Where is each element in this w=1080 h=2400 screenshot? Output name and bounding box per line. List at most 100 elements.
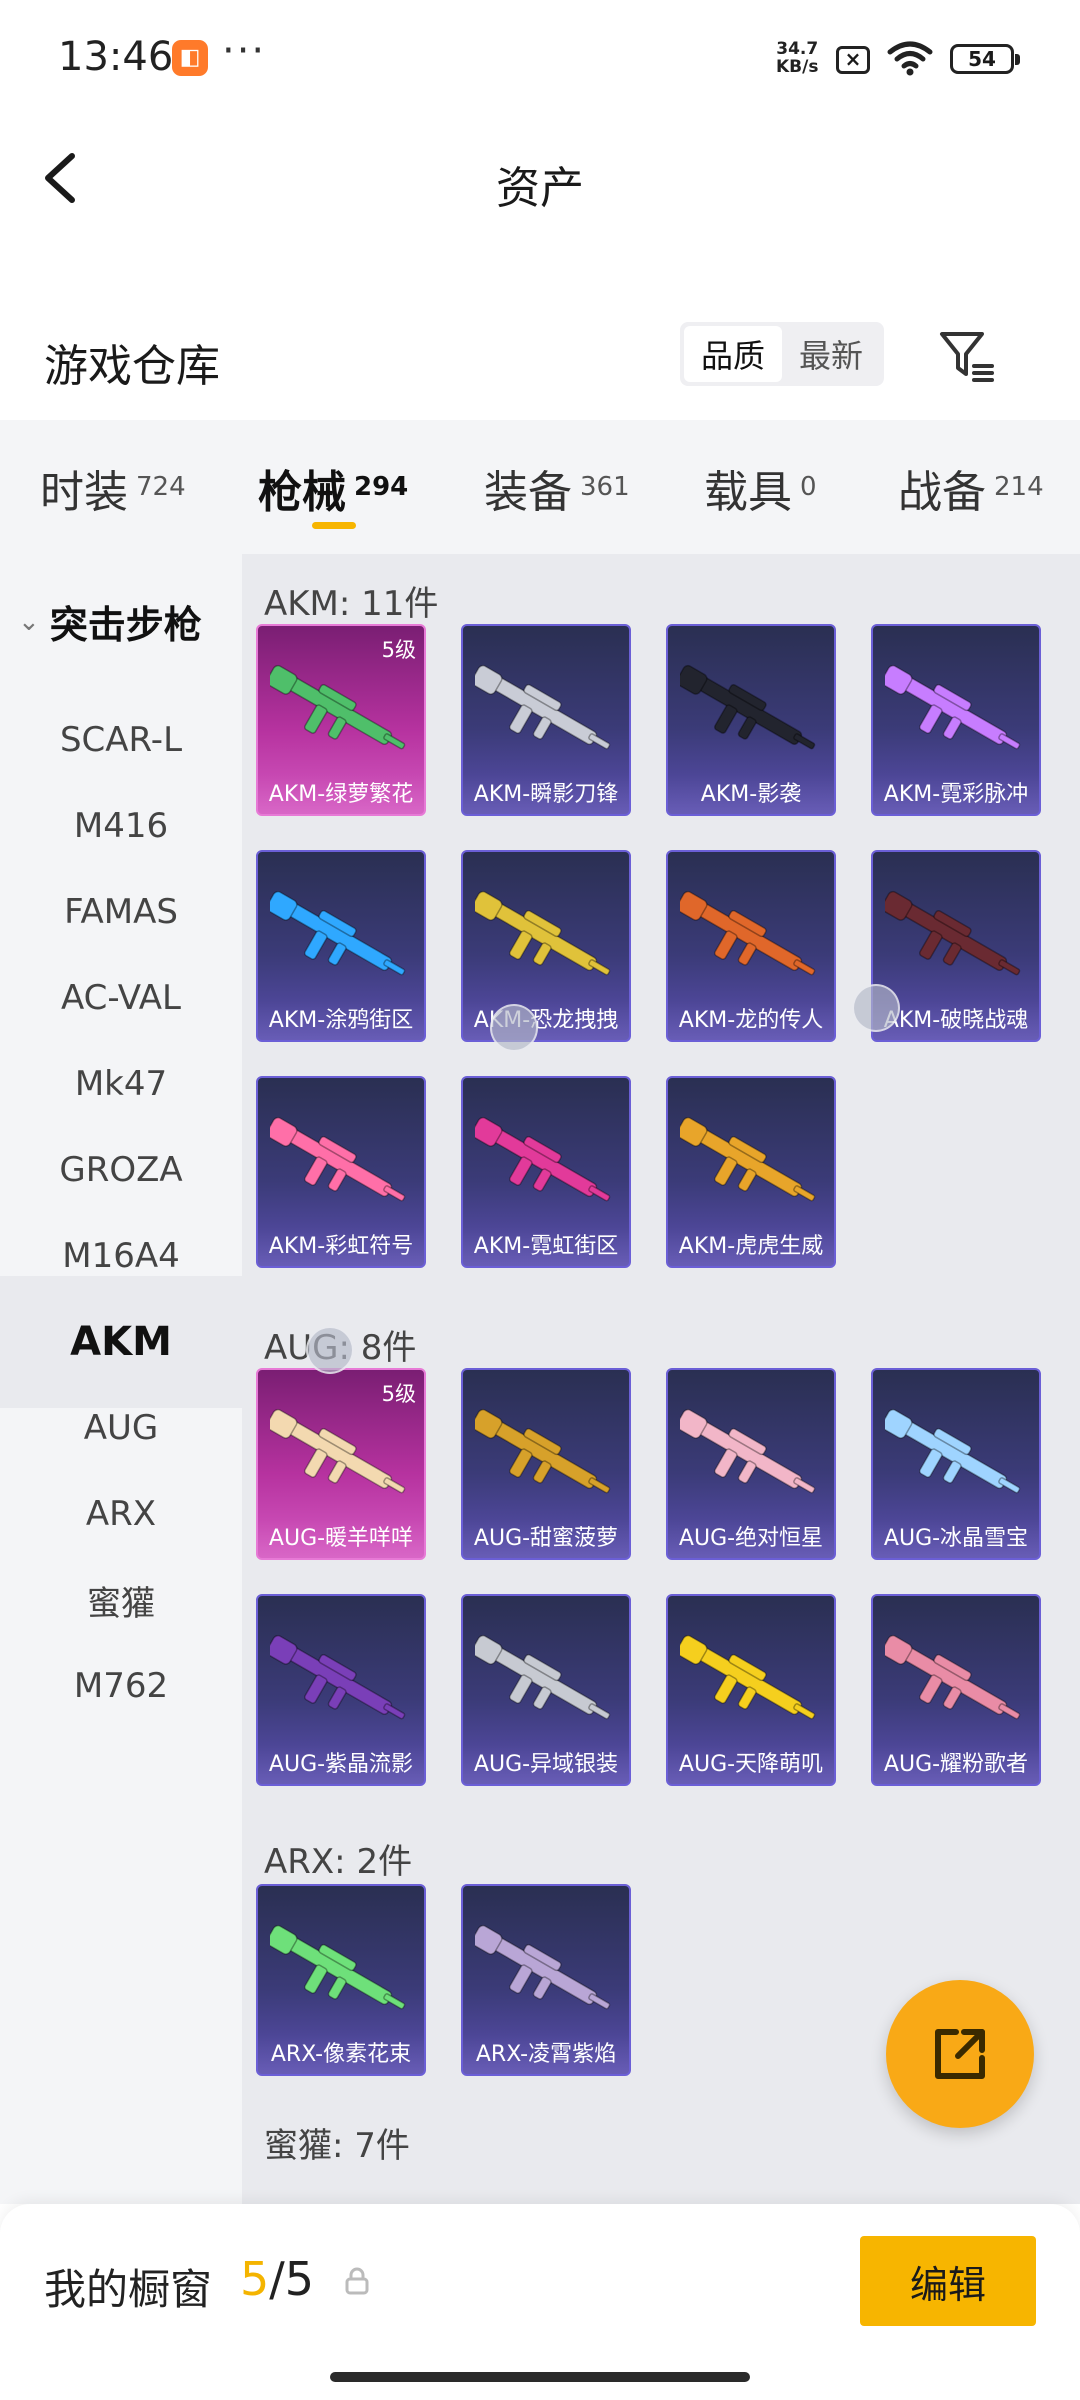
item-name: AKM-彩虹符号 [268, 1234, 414, 1259]
edit-button[interactable]: 编辑 [860, 2236, 1036, 2326]
item-card[interactable]: AKM-龙的传人 [666, 850, 836, 1042]
rifle-icon [885, 1634, 1021, 1720]
top-bar: 资产 [0, 118, 1080, 238]
more-notifications-icon: ··· [222, 28, 267, 74]
item-card[interactable]: AUG-耀粉歌者 [871, 1594, 1041, 1786]
rifle-icon [270, 890, 406, 976]
rifle-icon [475, 1408, 611, 1494]
rifle-icon [475, 890, 611, 976]
rifle-icon [680, 890, 816, 976]
item-level-badge: 5级 [381, 1382, 416, 1406]
rifle-icon [680, 1634, 816, 1720]
rifle-icon [680, 664, 816, 750]
tab-firearms[interactable]: 枪械 294 [258, 456, 408, 520]
tab-equipment[interactable]: 装备 361 [484, 456, 630, 520]
rifle-icon [270, 1634, 406, 1720]
item-card[interactable]: AUG-绝对恒星 [666, 1368, 836, 1560]
rifle-icon [270, 1408, 406, 1494]
rifle-icon [475, 664, 611, 750]
rifle-icon [270, 1116, 406, 1202]
item-card[interactable]: AKM-虎虎生威 [666, 1076, 836, 1268]
item-card[interactable]: AKM-涂鸦街区 [256, 850, 426, 1042]
tab-vehicles[interactable]: 载具 0 [704, 456, 817, 520]
page-title: 资产 [496, 163, 584, 214]
item-card[interactable]: 5级 AUG-暖羊咩咩 [256, 1368, 426, 1560]
item-card[interactable]: AKM-霓彩脉冲 [871, 624, 1041, 816]
item-card[interactable]: AKM-影袭 [666, 624, 836, 816]
rifle-icon [885, 890, 1021, 976]
battery-indicator: 54 [950, 44, 1020, 74]
item-name: AKM-影袭 [700, 782, 802, 807]
item-card[interactable]: AUG-天降萌叽 [666, 1594, 836, 1786]
section-heading-akm: AKM: 11件 [264, 584, 439, 624]
item-card[interactable]: AUG-紫晶流影 [256, 1594, 426, 1786]
weapon-type-sidebar: ⌄ 突击步枪 SCAR-L M416 FAMAS AC-VAL Mk47 GRO… [0, 554, 242, 2204]
item-card[interactable]: AUG-甜蜜菠萝 [461, 1368, 631, 1560]
item-name: ARX-像素花束 [270, 2042, 412, 2067]
chevron-down-icon: ⌄ [18, 606, 40, 637]
sort-toggle: 品质 最新 [680, 322, 884, 386]
item-name: AKM-龙的传人 [678, 1008, 824, 1033]
item-card[interactable]: AKM-恐龙拽拽 [461, 850, 631, 1042]
category-tabs: 时装 724 枪械 294 装备 361 载具 0 战备 214 [0, 420, 1080, 554]
rifle-icon [475, 1116, 611, 1202]
sort-quality-button[interactable]: 品质 [684, 326, 782, 382]
item-name: ARX-凌霄紫焰 [475, 2042, 617, 2067]
sort-newest-button[interactable]: 最新 [782, 326, 880, 382]
item-name: AKM-霓虹街区 [473, 1234, 619, 1259]
sidebar-group-assault-rifles[interactable]: ⌄ 突击步枪 [18, 594, 202, 649]
sidebar-item-m762[interactable]: M762 [0, 1620, 242, 1752]
item-card[interactable]: AKM-彩虹符号 [256, 1076, 426, 1268]
item-name: AUG-异域银装 [473, 1752, 619, 1777]
item-name: AKM-瞬影刀锋 [473, 782, 619, 807]
item-level-badge: 5级 [381, 638, 416, 662]
item-name: AUG-耀粉歌者 [883, 1752, 1029, 1777]
item-name: AUG-绝对恒星 [678, 1526, 824, 1551]
item-name: AUG-紫晶流影 [268, 1752, 414, 1777]
status-bar: 13:46 ◧ ··· 34.7 KB/s × 54 [0, 0, 1080, 118]
status-time: 13:46 [58, 34, 174, 80]
warehouse-header: 游戏仓库 品质 最新 [0, 300, 1080, 412]
item-name: AUG-甜蜜菠萝 [473, 1526, 619, 1551]
wifi-icon [887, 41, 933, 76]
rifle-icon [475, 1634, 611, 1720]
item-card[interactable]: ARX-像素花束 [256, 1884, 426, 2076]
rifle-icon [885, 1408, 1021, 1494]
share-icon [935, 2029, 985, 2079]
touch-indicator [852, 984, 900, 1032]
item-name: AUG-冰晶雪宝 [883, 1526, 1029, 1551]
item-name: AKM-虎虎生威 [678, 1234, 824, 1259]
tab-fashion[interactable]: 时装 724 [40, 456, 186, 520]
share-button[interactable] [886, 1980, 1034, 2128]
section-heading-honey-badger: 蜜獾: 7件 [264, 2126, 410, 2166]
item-card[interactable]: AUG-异域银装 [461, 1594, 631, 1786]
tab-supplies[interactable]: 战备 214 [898, 456, 1044, 520]
rifle-icon [270, 1924, 406, 2010]
rifle-icon [475, 1924, 611, 2010]
filter-icon[interactable] [936, 326, 996, 386]
item-card[interactable]: AKM-霓虹街区 [461, 1076, 631, 1268]
item-card[interactable]: AUG-冰晶雪宝 [871, 1368, 1041, 1560]
section-heading-arx: ARX: 2件 [264, 1842, 413, 1882]
item-name: AUG-天降萌叽 [678, 1752, 824, 1777]
network-speed: 34.7 KB/s [776, 39, 819, 77]
lock-icon [345, 2267, 369, 2295]
item-name: AKM-恐龙拽拽 [473, 1008, 619, 1033]
item-card[interactable]: 5级 AKM-绿萝繁花 [256, 624, 426, 816]
item-name: AUG-暖羊咩咩 [268, 1526, 414, 1551]
rifle-icon [885, 664, 1021, 750]
item-name: AKM-霓彩脉冲 [883, 782, 1029, 807]
item-card[interactable]: AKM-瞬影刀锋 [461, 624, 631, 816]
showcase-bar: 我的橱窗 5/5 编辑 [0, 2204, 1080, 2400]
touch-indicator [490, 1004, 538, 1052]
showcase-label: 我的橱窗 [44, 2265, 213, 2314]
mi-app-icon: ◧ [172, 40, 208, 76]
rifle-icon [270, 664, 406, 750]
item-card[interactable]: ARX-凌霄紫焰 [461, 1884, 631, 2076]
home-indicator[interactable] [330, 2372, 750, 2382]
touch-indicator [306, 1326, 354, 1374]
item-name: AKM-涂鸦街区 [268, 1008, 414, 1033]
item-grid: AKM: 11件 AUG: 8件 ARX: 2件 蜜獾: 7件 5级AKM-绿萝… [242, 554, 1080, 2204]
item-name: AKM-绿萝繁花 [268, 782, 414, 807]
warehouse-title: 游戏仓库 [44, 341, 220, 392]
